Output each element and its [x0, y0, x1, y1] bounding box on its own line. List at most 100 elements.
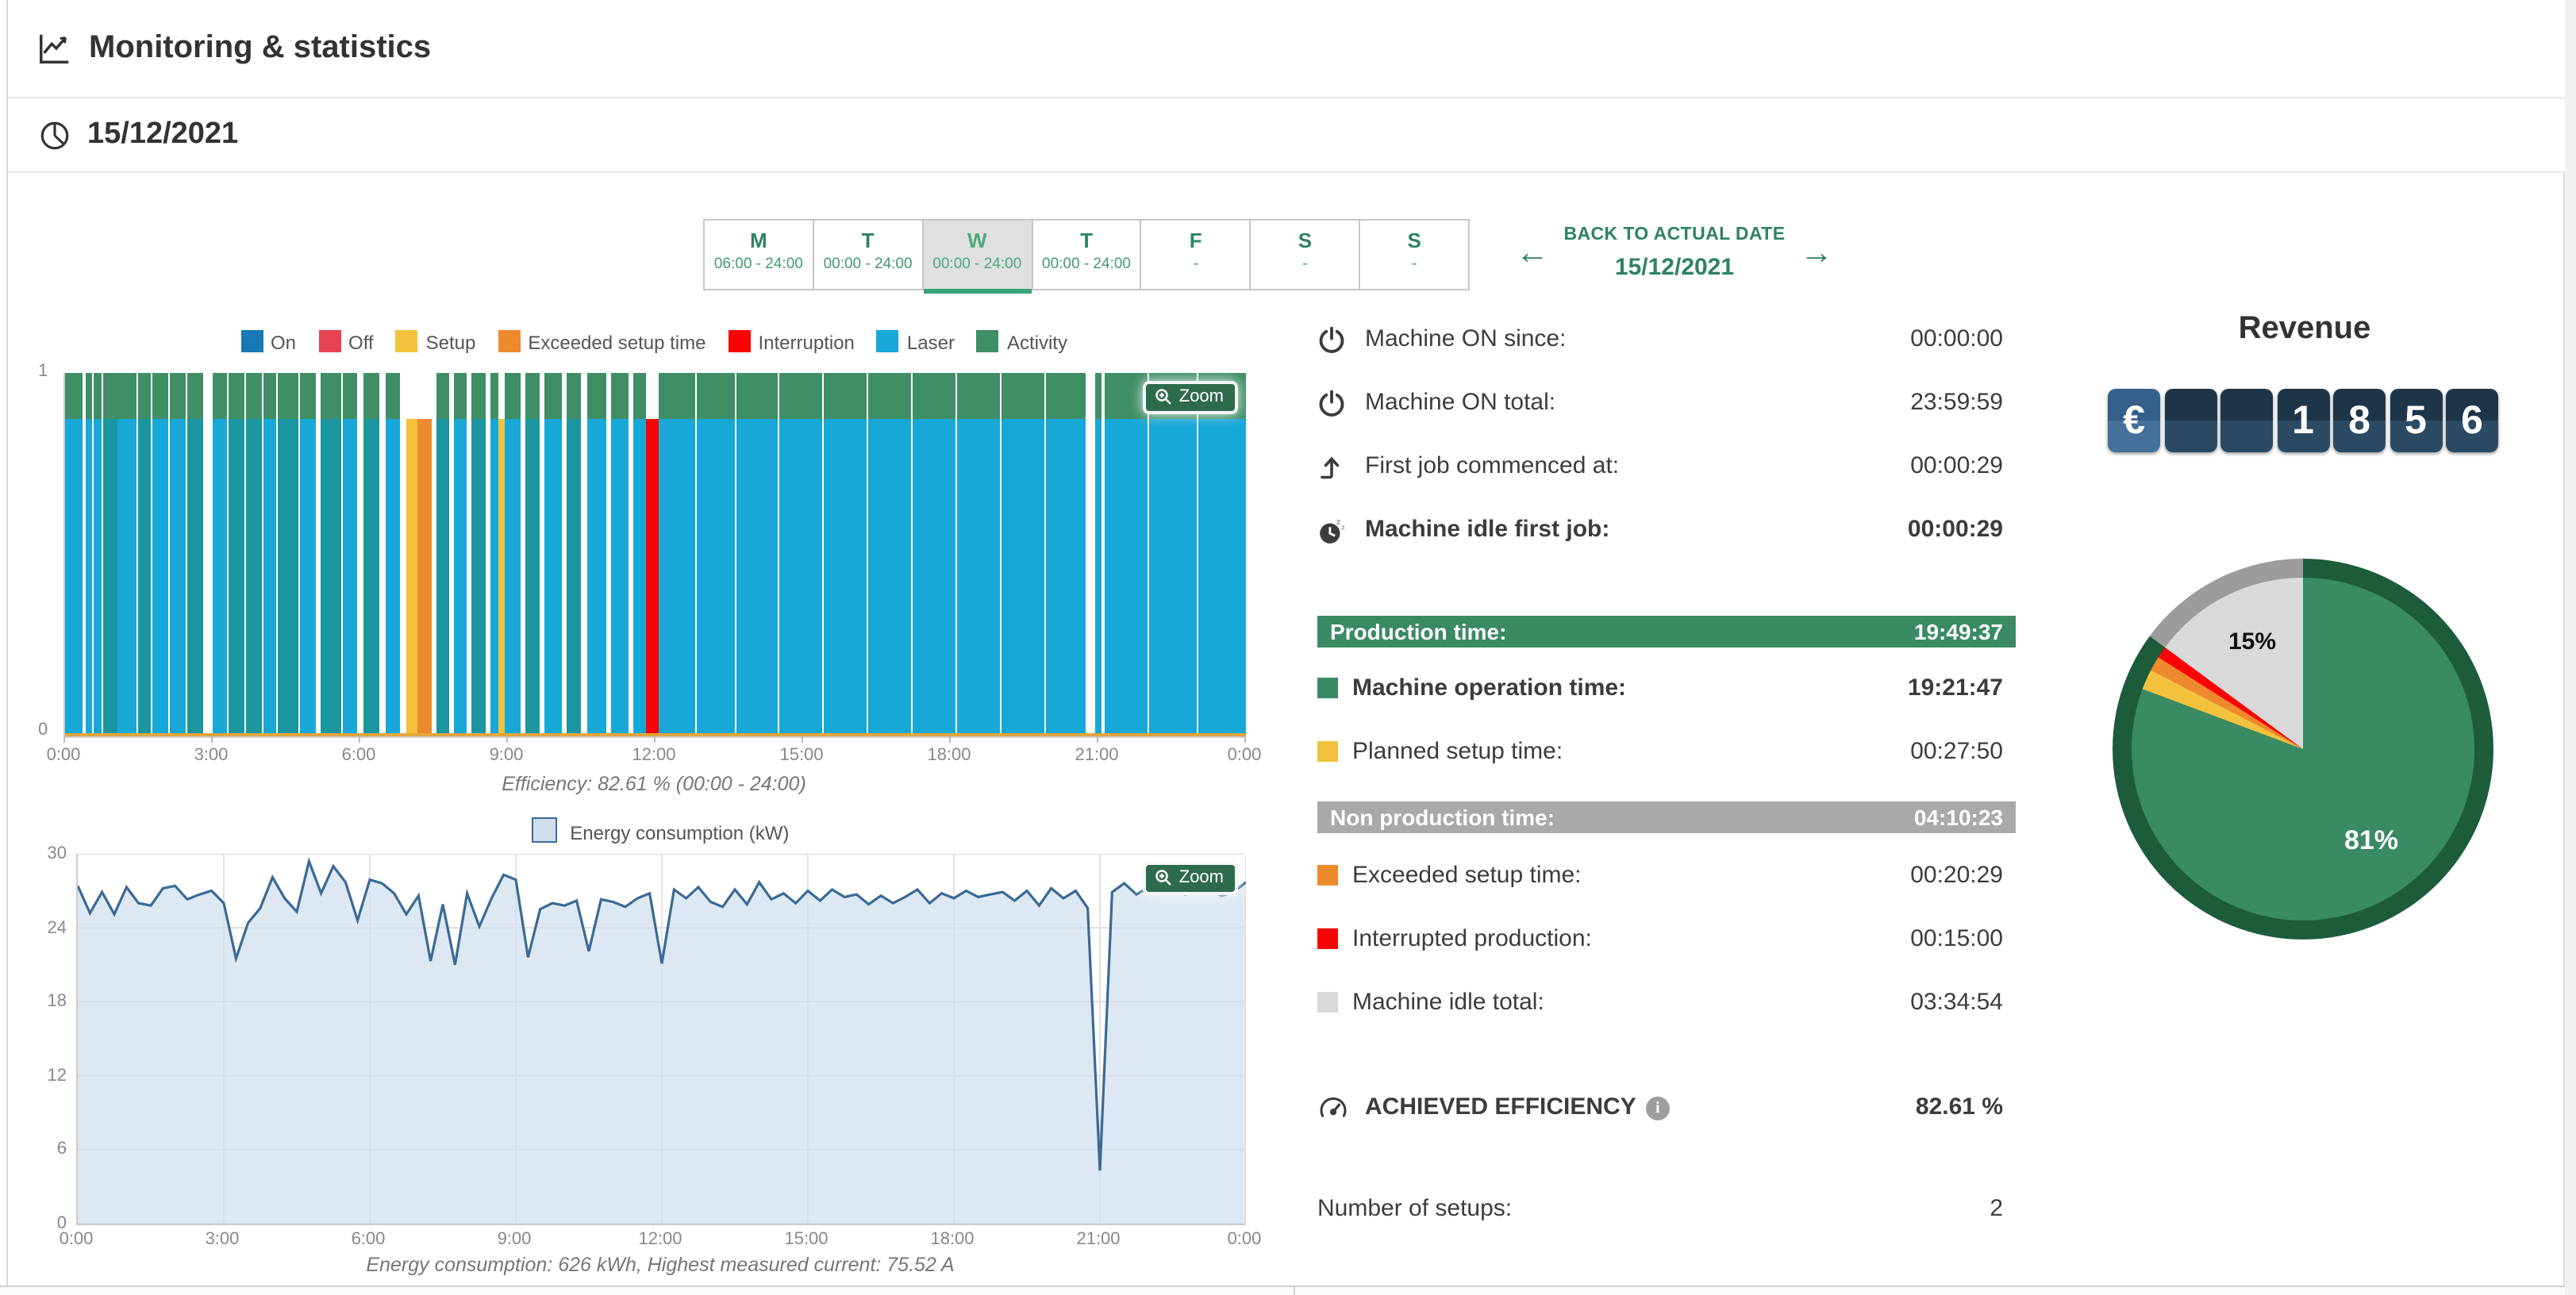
- timeline-segment-exceeded-setup: [417, 418, 432, 736]
- selected-date: 15/12/2021: [87, 117, 238, 152]
- week-tab-day-label: T: [1032, 229, 1140, 252]
- legend-label: Laser: [907, 332, 955, 354]
- stat-row-exceeded-setup-time-: Exceeded setup time:00:20:29: [1317, 860, 2016, 892]
- stat-value: 82.61 %: [1916, 1092, 2003, 1124]
- timeline-x-tick-label: 9:00: [478, 746, 535, 765]
- timeline-segment-activity: [545, 373, 563, 418]
- timeline-segment-laser: [780, 418, 823, 736]
- stat-bar-label: Production time:: [1330, 616, 1506, 648]
- revenue-currency-tile: €: [2108, 389, 2160, 452]
- power-icon: [1317, 325, 1346, 354]
- energy-x-tick-label: 21:00: [1070, 1230, 1127, 1249]
- timeline-segment-laser: [170, 418, 186, 736]
- timeline-segment-laser: [586, 418, 606, 736]
- week-tab-range-label: -: [1142, 256, 1250, 273]
- timeline-segment-laser: [633, 418, 646, 736]
- revenue-digit-tile: 5: [2390, 389, 2442, 452]
- timeline-segment-activity: [490, 373, 499, 418]
- timeline-segment-laser: [342, 418, 358, 736]
- stat-label: Planned setup time:: [1352, 736, 1563, 768]
- week-tab-3-W[interactable]: W00:00 - 24:00: [921, 219, 1032, 290]
- timeline-segment-laser-activity: [471, 418, 486, 736]
- timeline-segment-activity: [567, 373, 582, 418]
- legend-label: Activity: [1007, 332, 1067, 354]
- stat-row-achieved-efficiency: ACHIEVED EFFICIENCYi 82.61 %: [1317, 1092, 2016, 1124]
- stat-row-interrupted-production-: Interrupted production:00:15:00: [1317, 924, 2016, 955]
- stat-bar-production-time-: Production time:19:49:37: [1317, 616, 2016, 648]
- timeline-segment-activity: [86, 373, 92, 418]
- stat-color-square: [1317, 865, 1338, 886]
- time-distribution-pie: 15% 81%: [2113, 559, 2493, 940]
- timeline-segment-laser: [263, 418, 277, 736]
- legend-item-off: Off: [318, 330, 374, 354]
- timeline-segment-laser: [454, 418, 467, 736]
- timeline-segment-laser-activity: [525, 418, 540, 736]
- timeline-segment-activity: [696, 373, 734, 418]
- timeline-segment-laser-activity: [436, 418, 449, 736]
- timeline-segment-activity: [118, 373, 136, 418]
- next-section-edge: [0, 1285, 2565, 1295]
- timeline-segment-laser: [65, 418, 83, 736]
- timeline-segment-activity: [1046, 373, 1086, 418]
- timeline-ymin-label: 0: [38, 721, 48, 740]
- first-job-icon: [1317, 452, 1346, 481]
- stat-row-machine-idle-total-: Machine idle total: 03:34:54: [1317, 987, 2016, 1019]
- week-tab-1-M[interactable]: M06:00 - 24:00: [703, 219, 814, 290]
- stat-label: Machine idle total:: [1352, 987, 1544, 1019]
- stat-label: Machine ON since:: [1365, 324, 1566, 355]
- legend-item-exceeded-setup-time: Exceeded setup time: [498, 330, 706, 354]
- page-header: Monitoring & statistics: [8, 0, 2565, 98]
- revenue-digit-tile: 8: [2333, 389, 2386, 452]
- energy-y-tick-label: 12: [25, 1066, 67, 1086]
- energy-y-tick-label: 18: [25, 992, 67, 1011]
- week-tab-4-T[interactable]: T00:00 - 24:00: [1031, 219, 1142, 290]
- timeline-x-tick-label: 15:00: [773, 746, 830, 765]
- timeline-segment-activity: [1002, 373, 1044, 418]
- timeline-segment-activity: [65, 373, 83, 418]
- vertical-scrollbar[interactable]: [2563, 0, 2576, 1295]
- week-tab-range-label: 00:00 - 24:00: [923, 256, 1031, 273]
- timeline-segment-laser: [545, 418, 563, 736]
- timeline-x-tick-label: 12:00: [625, 746, 682, 765]
- timeline-x-tick: [949, 736, 951, 743]
- legend-swatch: [396, 330, 418, 352]
- stat-color-square: [1317, 992, 1338, 1013]
- timeline-segment-activity: [103, 373, 117, 418]
- energy-caption: Energy consumption: 626 kWh, Highest mea…: [76, 1254, 1244, 1276]
- stat-label: ACHIEVED EFFICIENCYi: [1365, 1092, 1670, 1124]
- timeline-segment-laser: [868, 418, 911, 736]
- revenue-counter: €1856: [2108, 389, 2501, 452]
- stat-label: Interrupted production:: [1352, 924, 1592, 955]
- timeline-segment-laser-activity: [229, 418, 244, 736]
- timeline-segment-laser: [94, 418, 102, 736]
- stat-value: 03:34:54: [1910, 987, 2003, 1019]
- timeline-segment-activity: [1096, 373, 1101, 418]
- info-icon[interactable]: i: [1646, 1097, 1670, 1120]
- timeline-segment-interruption: [646, 418, 659, 736]
- stat-value: 19:21:47: [1908, 673, 2003, 705]
- timeline-x-tick-label: 3:00: [183, 746, 240, 765]
- week-tab-5-F[interactable]: F-: [1140, 219, 1251, 290]
- timeline-segment-activity: [868, 373, 911, 418]
- idle-clock-icon: zz: [1317, 516, 1348, 546]
- stat-color-square: [1317, 741, 1338, 762]
- timeline-segment-activity: [170, 373, 186, 418]
- timeline-segment-laser: [490, 418, 499, 736]
- week-tab-2-T[interactable]: T00:00 - 24:00: [813, 219, 924, 290]
- legend-item-activity: Activity: [977, 330, 1067, 354]
- timeline-segment-laser: [300, 418, 316, 736]
- timeline-segment-laser: [152, 418, 168, 736]
- timeline-segment-activity: [300, 373, 316, 418]
- timeline-zoom-button[interactable]: Zoom: [1143, 381, 1238, 414]
- timeline-segment-activity: [138, 373, 152, 418]
- gauge-icon: [1317, 1093, 1349, 1125]
- timeline-segment-laser: [1096, 418, 1101, 736]
- energy-zoom-button[interactable]: Zoom: [1143, 862, 1238, 895]
- energy-x-tick-label: 12:00: [632, 1230, 689, 1249]
- legend-swatch: [729, 330, 751, 352]
- stat-value: 00:27:50: [1910, 736, 2003, 768]
- timeline-segment-laser-activity: [278, 418, 298, 736]
- week-tab-day-label: F: [1142, 229, 1250, 252]
- timeline-segment-laser-activity: [246, 418, 262, 736]
- timeline-segment-laser: [118, 418, 136, 736]
